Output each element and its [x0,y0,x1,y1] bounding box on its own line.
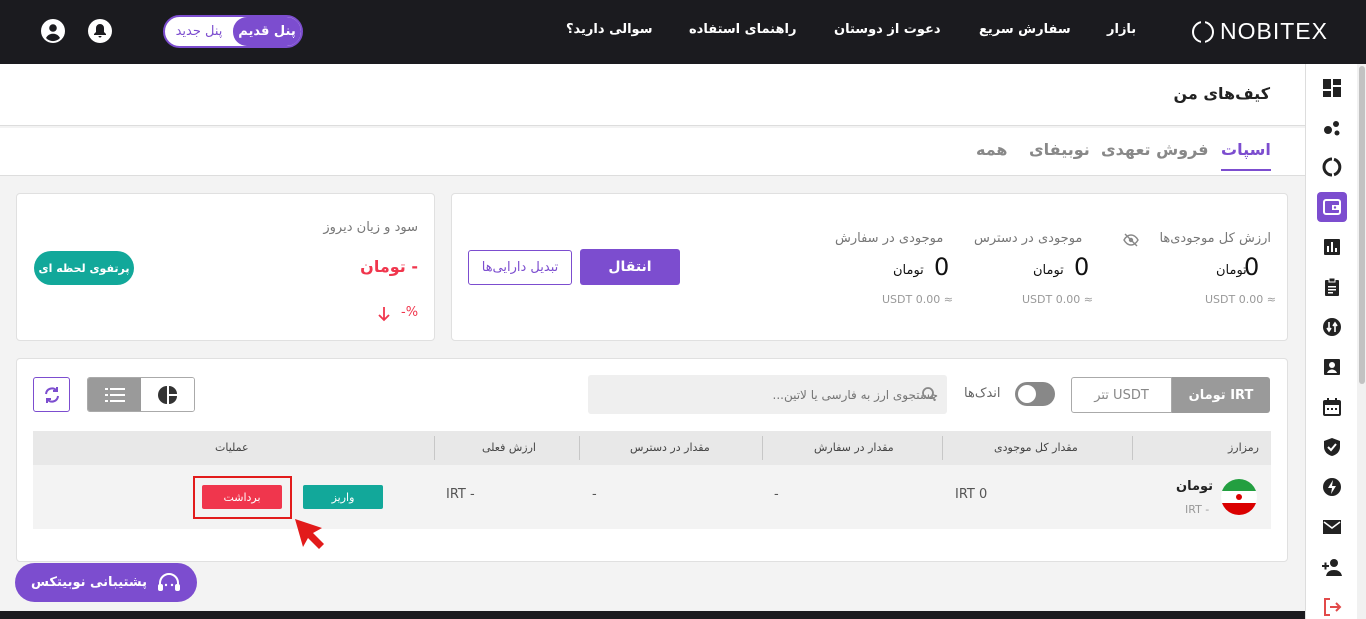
pnl-card: سود و زیان دیروز - تومان -% پرتفوی لحظه … [16,193,435,341]
bottom-bar [0,611,1305,619]
available-balance-unit: تومان [1033,263,1064,278]
view-mode-toggle[interactable] [87,377,195,412]
pnl-percent: -% [401,305,419,320]
tab-nobifi[interactable]: نوبیفای [1029,140,1090,159]
col-available: مقدار در دسترس [630,441,710,454]
add-user-icon[interactable] [1317,552,1347,582]
page-header: کیف‌های من [0,64,1305,126]
convert-assets-button[interactable]: تبدیل دارایی‌ها [468,250,572,285]
nobitex-logo[interactable]: NOBITEX [1192,18,1328,45]
tab-spot[interactable]: اسپات [1221,140,1271,171]
loop-icon[interactable] [1317,152,1347,182]
iran-flag-icon [1221,479,1257,515]
account-icon[interactable] [41,19,65,43]
wallet-icon[interactable] [1317,192,1347,222]
clipboard-icon[interactable] [1317,272,1347,302]
column-divider [434,436,435,460]
nav-invite-friends[interactable]: دعوت از دوستان [834,22,941,37]
pie-view-icon[interactable] [141,378,194,411]
currency-name: تومان [1176,479,1214,494]
portfolio-button[interactable]: پرتفوی لحظه ای [34,251,134,285]
search-input[interactable] [618,375,938,414]
calendar-icon[interactable] [1317,392,1347,422]
col-actions: عملیات [215,441,249,454]
refresh-button[interactable] [33,377,70,412]
nav-questions[interactable]: سوالی دارید؟ [566,22,653,37]
total-balance-label: ارزش کل موجودی‌ها [1159,231,1271,246]
shield-icon[interactable] [1317,432,1347,462]
toggle-knob [1018,385,1036,403]
tab-margin-sell[interactable]: فروش تعهدی [1101,140,1209,159]
highlight-box [193,476,292,519]
top-navbar: NOBITEX بازار سفارش سریع دعوت از دوستان … [0,0,1366,64]
notification-bell-icon[interactable] [88,19,112,43]
support-label: پشتیبانی نوبیتکس [31,575,147,590]
panel-new-option[interactable]: پنل جدید [165,17,233,46]
headset-icon [157,572,180,591]
small-balances-toggle[interactable] [1015,382,1055,406]
hide-balance-icon[interactable] [1123,232,1139,251]
available-balance-value: 0 [1074,253,1090,281]
currency-symbol: IRT - [1185,503,1210,516]
search-box[interactable] [588,375,947,414]
bolt-icon[interactable] [1317,472,1347,502]
dashboard-icon[interactable] [1317,73,1347,103]
page-scrollbar-thumb[interactable] [1359,66,1365,384]
panel-switch[interactable]: پنل جدید پنل قدیم [163,15,303,48]
mail-icon[interactable] [1317,512,1347,542]
in-order-balance-unit: تومان [893,263,924,278]
market-icon[interactable] [1317,112,1347,142]
tab-irt[interactable]: تومان IRT [1172,377,1270,413]
tab-all[interactable]: همه [976,140,1008,159]
available-balance-usdt: USDT 0.00 ≈ [1022,293,1093,306]
tab-usdt[interactable]: تتر USDT [1071,377,1172,413]
in-order-balance-value: 0 [934,253,950,281]
sidebar [1305,64,1357,619]
column-divider [579,436,580,460]
panel-old-option[interactable]: پنل قدیم [233,17,301,46]
deposit-button[interactable]: واریز [303,485,383,509]
page-title: کیف‌های من [1173,84,1270,103]
col-total: مقدار کل موجودی [994,441,1078,454]
list-view-icon[interactable] [88,378,141,411]
in-order-balance-label: موجودی در سفارش [835,231,944,246]
arrow-down-icon [377,306,391,326]
wallet-tabs: اسپات فروش تعهدی نوبیفای همه [0,128,1305,176]
logout-icon[interactable] [1317,592,1347,619]
profile-icon[interactable] [1317,352,1347,382]
logo-text: NOBITEX [1220,18,1328,44]
nav-market[interactable]: بازار [1107,22,1136,37]
transfer-button[interactable]: انتقال [580,249,680,285]
support-button[interactable]: پشتیبانی نوبیتکس [15,563,197,602]
col-value: ارزش فعلی [482,441,536,454]
column-divider [1132,436,1133,460]
balance-summary-card: ارزش کل موجودی‌ها 0 تومان USDT 0.00 ≈ مو… [451,193,1288,341]
total-balance-usdt: USDT 0.00 ≈ [1205,293,1276,306]
search-icon [921,386,937,406]
nav-guide[interactable]: راهنمای استفاده [689,22,796,37]
column-divider [942,436,943,460]
available-amount: - [592,487,597,502]
pnl-title: سود و زیان دیروز [323,220,418,235]
available-balance-label: موجودی در دسترس [974,231,1083,246]
logo-mark-icon [1192,19,1214,44]
pointer-arrow-icon [292,516,328,560]
column-divider [762,436,763,460]
col-in-order: مقدار در سفارش [814,441,894,454]
exchange-icon[interactable] [1317,312,1347,342]
total-balance-unit: تومان [1216,263,1247,278]
table-header: رمزارز مقدار کل موجودی مقدار در سفارش مق… [33,431,1271,465]
pnl-value: - تومان [360,257,418,276]
current-value: IRT - [446,487,475,502]
refresh-icon [44,386,59,403]
total-amount: IRT 0 [955,487,988,502]
small-balances-label: اندک‌ها [964,386,1001,401]
col-currency: رمزارز [1228,441,1259,454]
chart-icon[interactable] [1317,232,1347,262]
in-order-balance-usdt: USDT 0.00 ≈ [882,293,953,306]
in-order-amount: - [774,487,779,502]
nav-quick-order[interactable]: سفارش سریع [979,22,1071,37]
